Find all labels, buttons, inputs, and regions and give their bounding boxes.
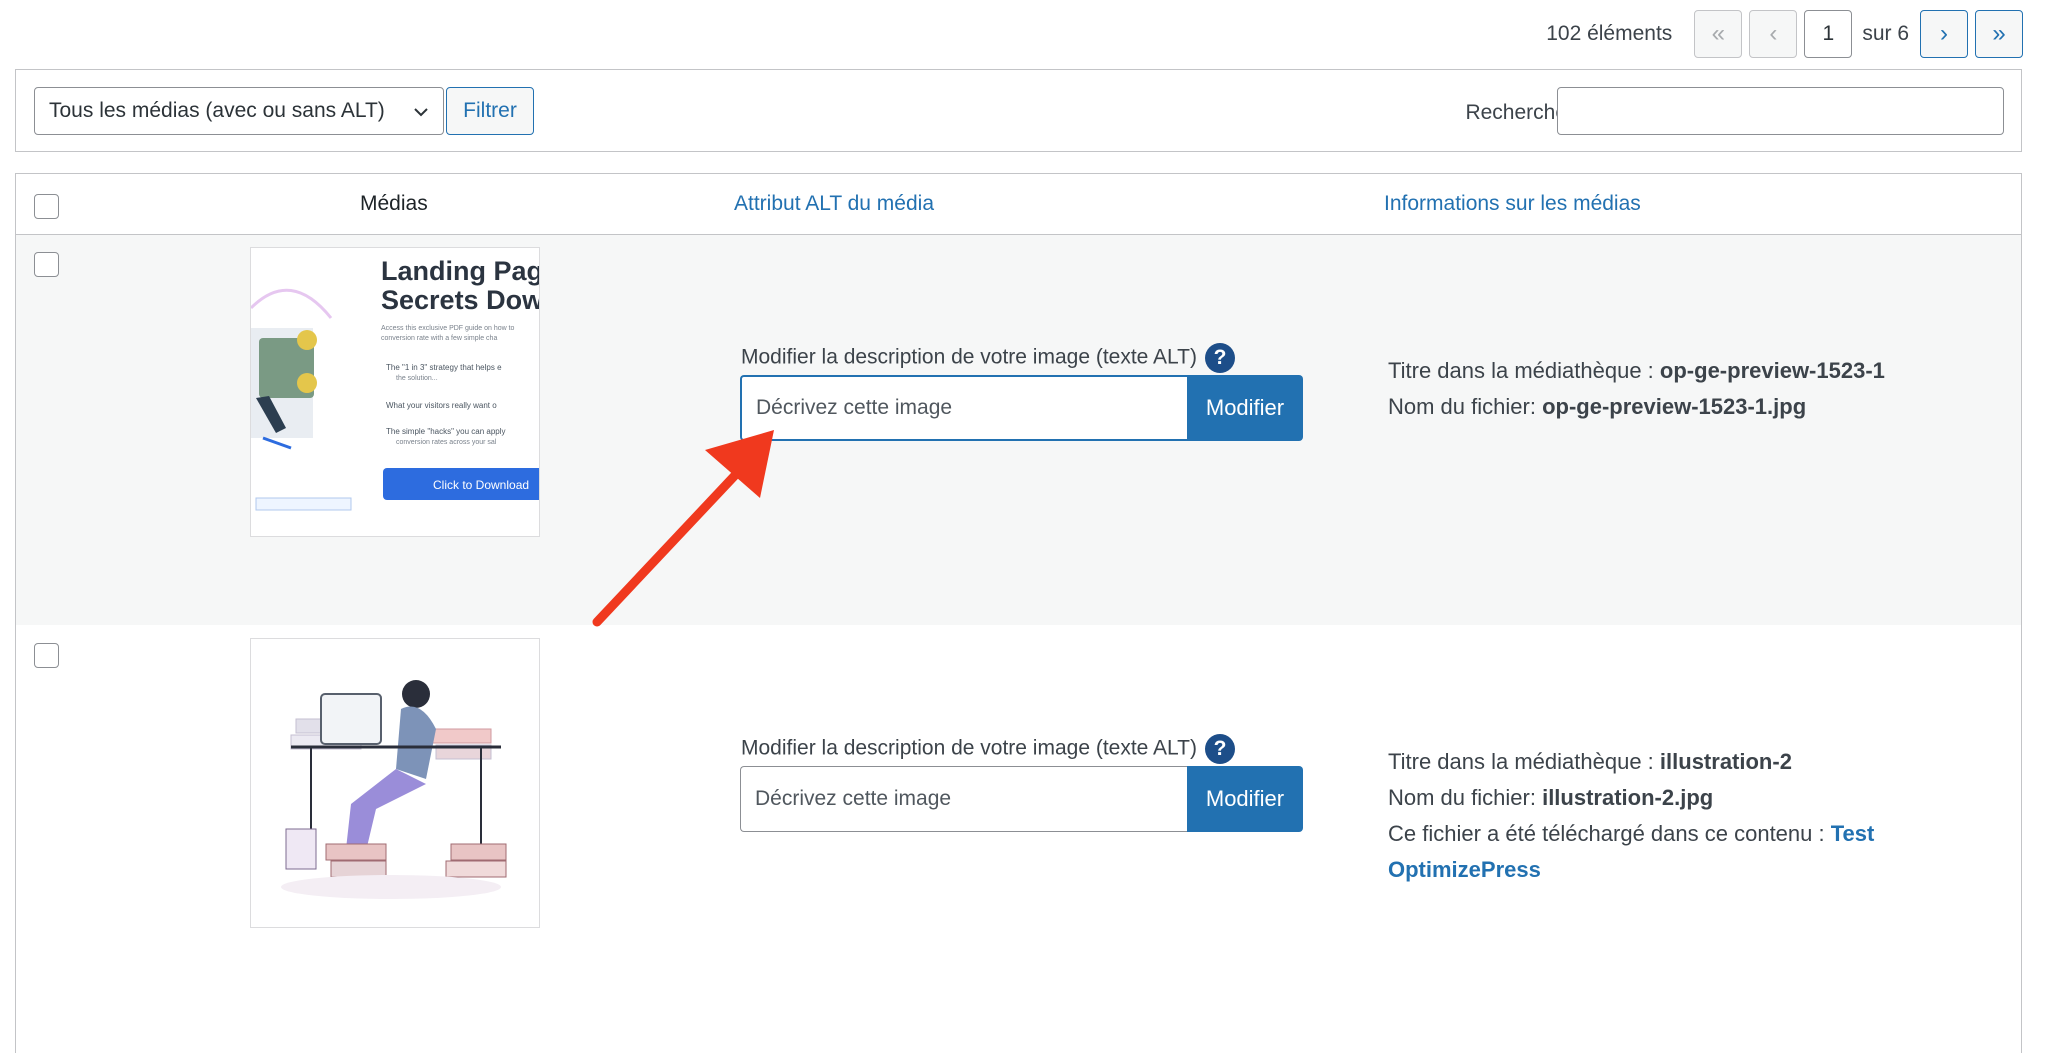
media-title-value: illustration-2 — [1659, 749, 1792, 774]
alt-text-input[interactable]: Décrivez cette image — [740, 375, 1189, 441]
thumb-cta: Click to Download — [433, 478, 529, 492]
media-filename-label: Nom du fichier: — [1388, 394, 1536, 419]
media-filename-value: illustration-2.jpg — [1542, 785, 1714, 810]
column-media[interactable]: Médias — [360, 192, 428, 216]
media-title-label: Titre dans la médiathèque : — [1388, 749, 1654, 774]
illustration-image — [251, 639, 539, 927]
thumb-bullet-1b: the solution... — [396, 375, 438, 382]
table-header: Médias Attribut ALT du média Information… — [16, 174, 2021, 235]
thumb-bullet-3b: conversion rates across your sal — [396, 439, 497, 446]
thumb-intro: Access this exclusive PDF guide on how t… — [381, 325, 515, 332]
media-table: Médias Attribut ALT du média Information… — [15, 173, 2022, 1053]
media-filter-select[interactable]: Tous les médias (avec ou sans ALT) — [34, 87, 444, 135]
uploaded-in-link-2[interactable]: OptimizePress — [1388, 857, 1541, 882]
select-all-checkbox[interactable] — [34, 194, 59, 219]
modify-alt-button[interactable]: Modifier — [1187, 375, 1303, 441]
media-info: Titre dans la médiathèque : illustration… — [1388, 744, 1874, 888]
prev-page-button[interactable]: ‹ — [1749, 10, 1798, 58]
help-icon[interactable]: ? — [1204, 343, 1235, 373]
media-title-line: Titre dans la médiathèque : illustration… — [1388, 744, 1874, 780]
alt-text-input[interactable]: Décrivez cette image — [740, 766, 1189, 832]
uploaded-in-link-line-1: Test — [1830, 821, 1875, 846]
landing-page-preview-image: Landing Page Secrets Down Access this ex… — [251, 248, 540, 536]
filter-button[interactable]: Filtrer — [446, 87, 534, 135]
table-row: Modifier la description de votre image (… — [16, 626, 2021, 1054]
next-page-button[interactable]: › — [1920, 10, 1968, 58]
thumb-bullet-1: The "1 in 3" strategy that helps e — [386, 363, 502, 372]
alt-edit-label: Modifier la description de votre image (… — [741, 343, 1235, 373]
media-filename-value: op-ge-preview-1523-1.jpg — [1542, 394, 1807, 419]
media-title-line: Titre dans la médiathèque : op-ge-previe… — [1388, 353, 1885, 389]
media-title-value: op-ge-preview-1523-1 — [1659, 358, 1885, 383]
alt-edit-label: Modifier la description de votre image (… — [741, 734, 1235, 764]
row-checkbox[interactable] — [34, 643, 59, 668]
column-media-info[interactable]: Informations sur les médias — [1384, 192, 1641, 216]
first-page-button[interactable]: « — [1694, 10, 1743, 58]
uploaded-in-line-2: OptimizePress — [1388, 852, 1874, 888]
uploaded-in-link[interactable]: Test — [1831, 821, 1875, 846]
media-info: Titre dans la médiathèque : op-ge-previe… — [1388, 353, 1885, 425]
filter-bar: Tous les médias (avec ou sans ALT) Filtr… — [15, 69, 2022, 152]
media-title-label: Titre dans la médiathèque : — [1388, 358, 1654, 383]
uploaded-in-link-line-2: OptimizePress — [1388, 857, 1541, 882]
media-filter-value: Tous les médias (avec ou sans ALT) — [49, 99, 385, 122]
last-page-button[interactable]: » — [1975, 10, 2023, 58]
column-alt-attribute[interactable]: Attribut ALT du média — [734, 192, 934, 216]
help-icon[interactable]: ? — [1204, 734, 1235, 764]
row-checkbox[interactable] — [34, 252, 59, 277]
total-pages-label: sur 6 — [1862, 22, 1909, 45]
thumb-bullet-2: What your visitors really want o — [386, 401, 497, 410]
alt-edit-label-text: Modifier la description de votre image (… — [741, 345, 1197, 369]
modify-alt-button[interactable]: Modifier — [1187, 766, 1303, 832]
thumb-bullet-3: The simple "hacks" you can apply — [386, 427, 506, 436]
uploaded-in-line: Ce fichier a été téléchargé dans ce cont… — [1388, 816, 1874, 852]
pagination: 102 éléments « ‹ 1 sur 6 › » — [1546, 10, 2023, 58]
media-filename-label: Nom du fichier: — [1388, 785, 1536, 810]
media-filename-line: Nom du fichier: op-ge-preview-1523-1.jpg — [1388, 389, 1885, 425]
current-page-input[interactable]: 1 — [1804, 10, 1853, 58]
media-thumbnail[interactable]: Landing Page Secrets Down Access this ex… — [250, 247, 540, 537]
alt-edit-label-text: Modifier la description de votre image (… — [741, 736, 1197, 760]
media-thumbnail[interactable] — [250, 638, 540, 928]
thumb-heading-1: Landing Page — [381, 256, 540, 286]
thumb-intro-2: conversion rate with a few simple cha — [381, 335, 497, 342]
chevron-down-icon — [414, 108, 428, 117]
table-row: Landing Page Secrets Down Access this ex… — [16, 235, 2021, 625]
thumb-heading-2: Secrets Down — [381, 285, 540, 315]
media-filename-line: Nom du fichier: illustration-2.jpg — [1388, 780, 1874, 816]
item-count: 102 éléments — [1546, 22, 1673, 45]
uploaded-in-label: Ce fichier a été téléchargé dans ce cont… — [1388, 821, 1825, 846]
search-input[interactable] — [1557, 87, 2004, 135]
